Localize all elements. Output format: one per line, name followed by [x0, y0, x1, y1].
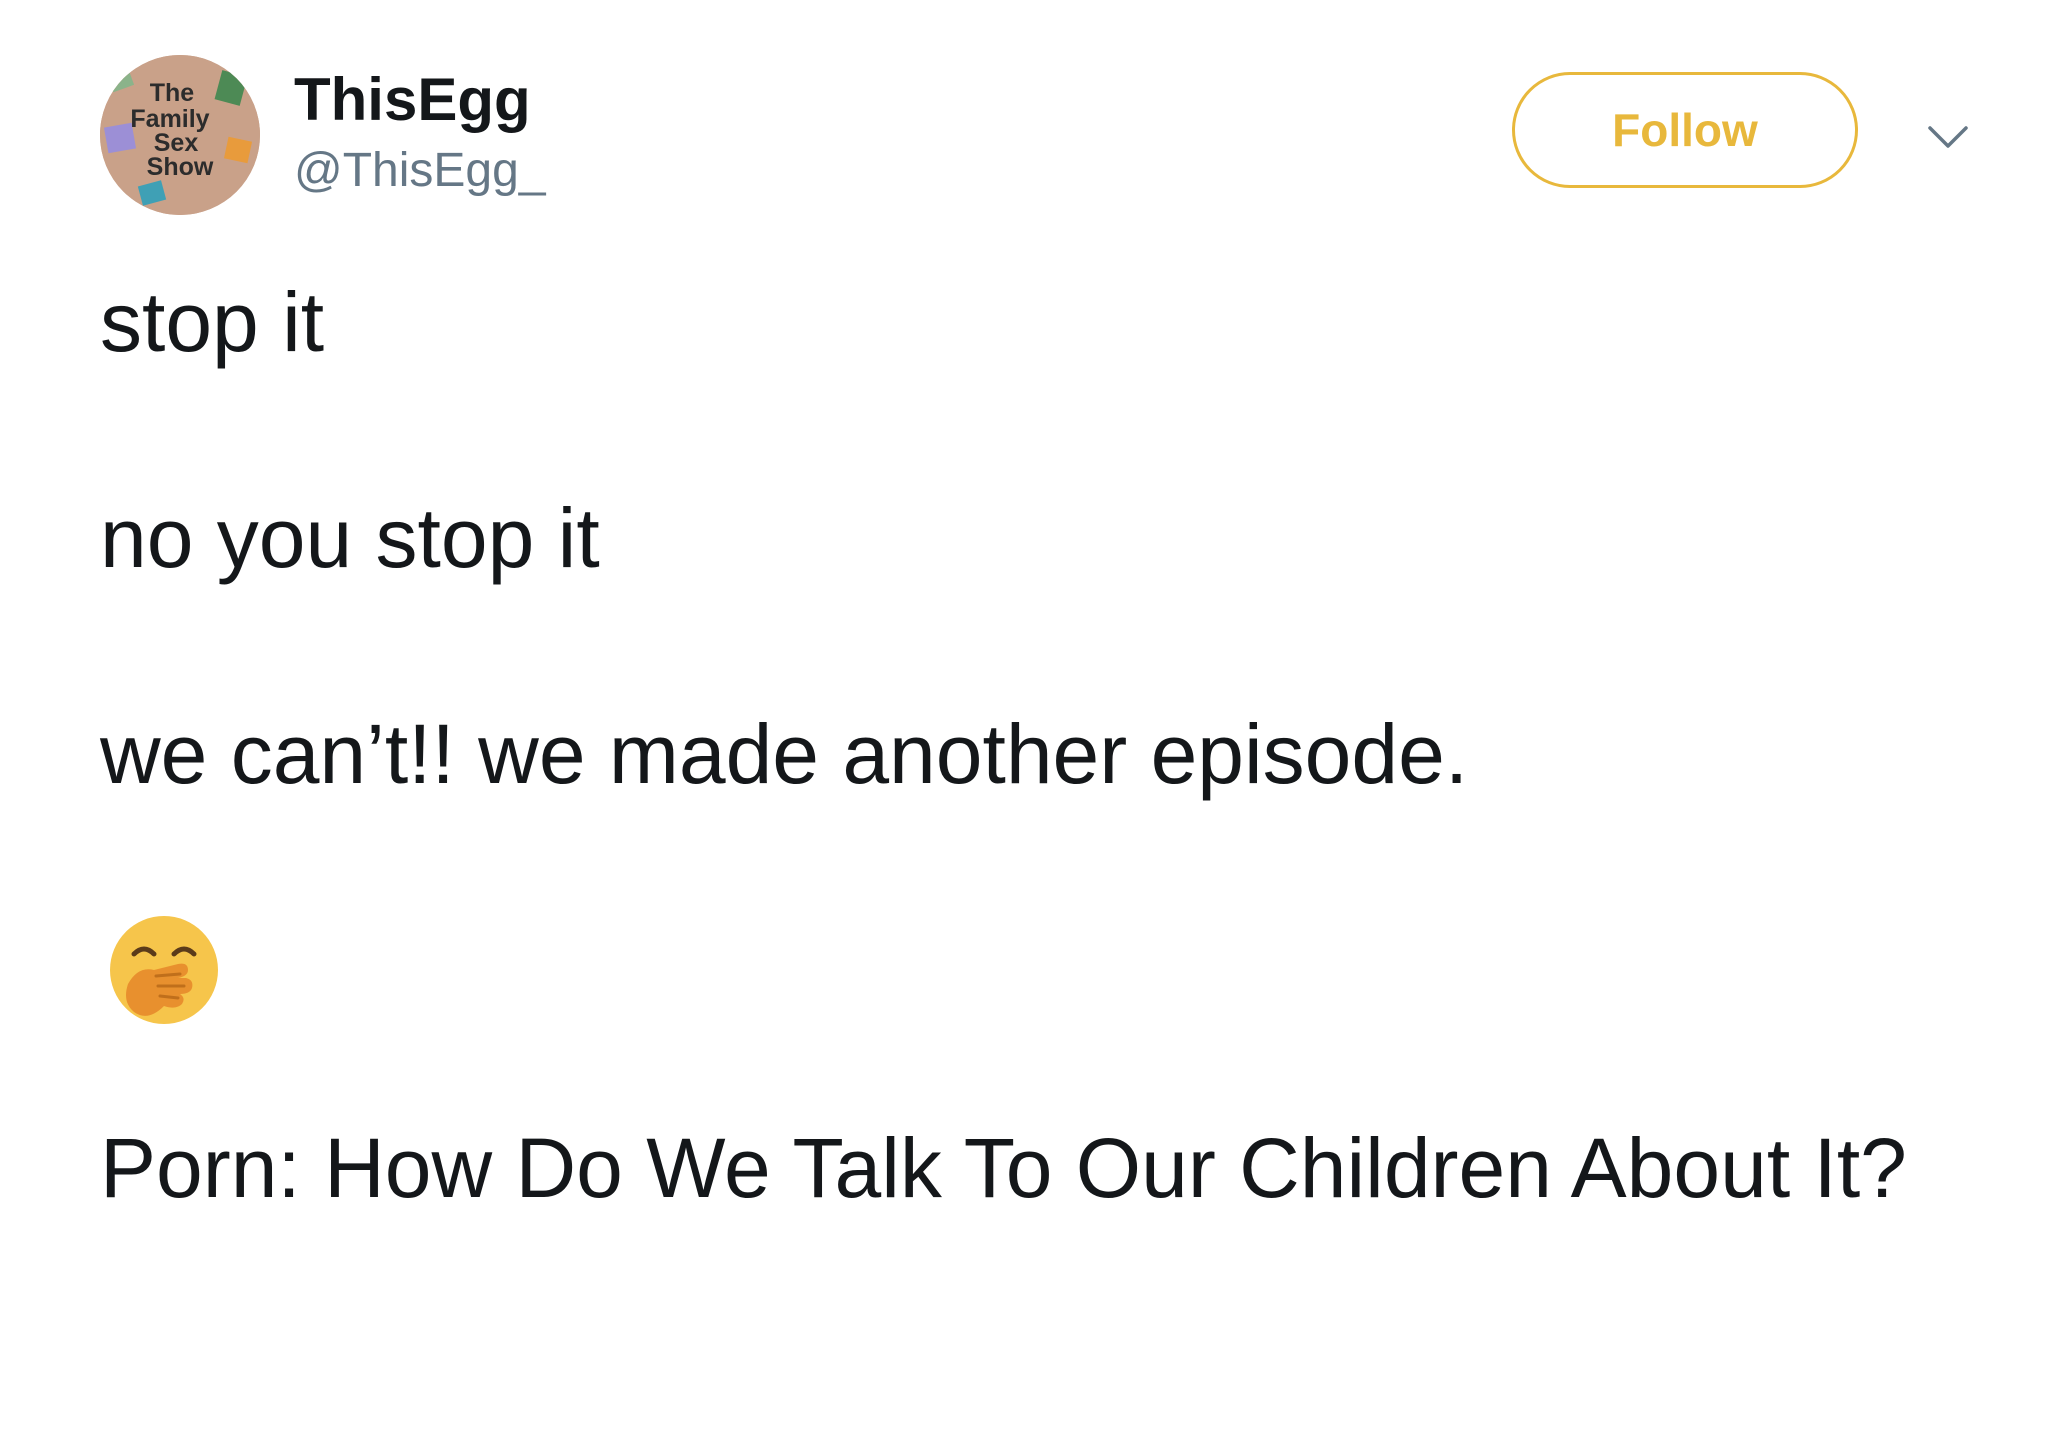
chevron-down-icon[interactable] [1926, 116, 1970, 160]
avatar[interactable]: The Family Sex Show [100, 55, 260, 215]
avatar-text-line-1: The [150, 79, 195, 107]
avatar-text-line-4: Show [147, 153, 214, 181]
tweet-line-1: stop it [100, 275, 325, 369]
user-handle[interactable]: @ThisEgg_ [294, 142, 546, 200]
tweet-line-3: we can’t!! we made another episode. [100, 707, 1469, 801]
tweet-line-2: no you stop it [100, 491, 600, 585]
follow-button-label: Follow [1612, 104, 1758, 156]
episode-title: Porn: How Do We Talk To Our Children Abo… [100, 1121, 1907, 1215]
avatar-image: The Family Sex Show [100, 55, 260, 215]
follow-button[interactable]: Follow [1512, 72, 1858, 188]
face-with-hand-over-mouth-emoji-icon [108, 914, 220, 1026]
display-name[interactable]: ThisEgg [294, 64, 531, 136]
tweet-text: stop it no you stop it we can’t!! we mad… [100, 268, 1980, 1222]
